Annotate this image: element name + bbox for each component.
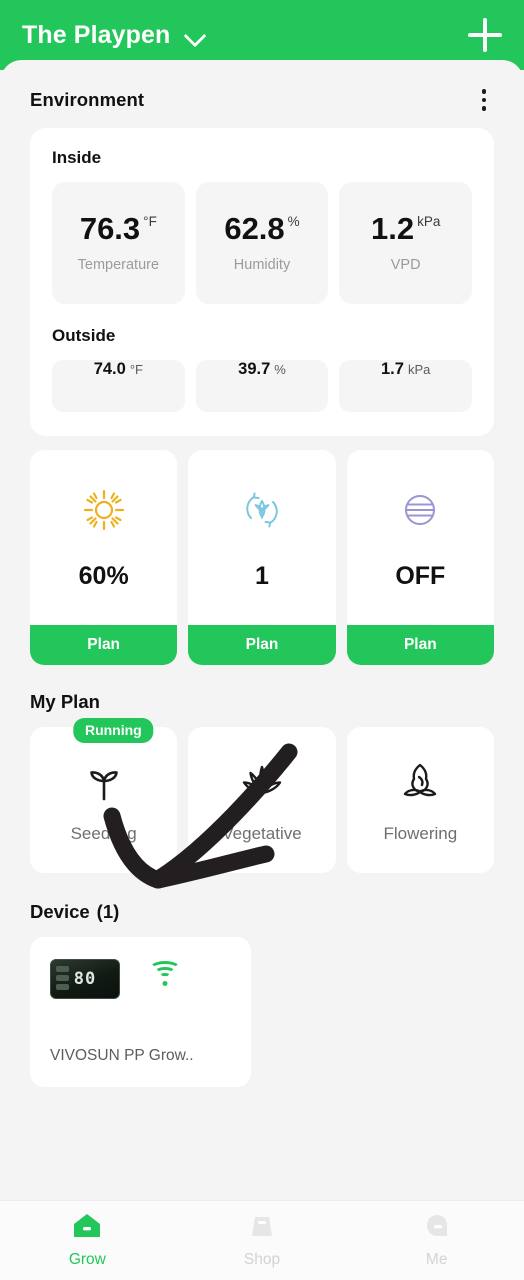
shop-bag-icon bbox=[248, 1212, 276, 1244]
plan-label-seedling: Seedling bbox=[70, 824, 137, 843]
outside-humidity-value: 39.7 bbox=[238, 360, 271, 378]
light-plan-button[interactable]: Plan bbox=[30, 625, 178, 665]
bottom-navigation: Grow Shop Me bbox=[0, 1200, 524, 1280]
outside-humidity-unit: % bbox=[274, 362, 286, 377]
device-list: 80 VIVOSUN PP Grow.. bbox=[30, 937, 494, 1087]
temperature-value: 76.3 bbox=[79, 211, 141, 246]
device-count: (1) bbox=[96, 901, 120, 922]
tab-label-shop: Shop bbox=[243, 1251, 281, 1268]
device-buttons bbox=[56, 966, 69, 990]
plus-icon[interactable] bbox=[468, 18, 502, 52]
device-title-text: Device bbox=[30, 901, 90, 922]
chevron-down-icon[interactable] bbox=[184, 24, 206, 46]
temperature-label: Temperature bbox=[77, 257, 160, 273]
plan-card-flowering[interactable]: Flowering bbox=[346, 727, 494, 873]
environment-header: Environment bbox=[0, 60, 524, 112]
status-badge: Running bbox=[72, 718, 154, 743]
tab-grow[interactable]: Grow bbox=[0, 1201, 175, 1280]
device-card-top: 80 bbox=[50, 959, 231, 999]
fan-value: 1 bbox=[255, 562, 269, 590]
page-title: The Playpen bbox=[22, 20, 171, 49]
device-thumbnail: 80 bbox=[50, 959, 120, 999]
kebab-dot bbox=[481, 106, 487, 111]
light-value: 60% bbox=[78, 562, 129, 590]
tab-label-me: Me bbox=[425, 1251, 448, 1268]
metric-tile-temperature[interactable]: 76.3 °F Temperature bbox=[52, 182, 185, 304]
environment-title: Environment bbox=[30, 89, 145, 110]
device-card[interactable]: 80 VIVOSUN PP Grow.. bbox=[30, 937, 251, 1087]
tab-label-grow: Grow bbox=[68, 1251, 106, 1268]
my-plan-cards: Running Seedling Vegetative Flowering bbox=[30, 718, 494, 873]
outside-tiles: 74.0 °F 39.7 % 1.7 kPa bbox=[52, 360, 473, 412]
metric-tile-humidity[interactable]: 62.8 % Humidity bbox=[195, 182, 329, 304]
plan-label-flowering: Flowering bbox=[383, 824, 458, 843]
outside-vpd-unit: kPa bbox=[407, 362, 431, 377]
content-sheet: Environment Inside 76.3 °F Temperature 6… bbox=[0, 60, 524, 1200]
temperature-unit: °F bbox=[143, 214, 157, 229]
plan-card-seedling[interactable]: Running Seedling bbox=[30, 718, 178, 873]
outside-tile-humidity[interactable]: 39.7 % bbox=[195, 360, 329, 412]
plan-label-vegetative: Vegetative bbox=[222, 824, 302, 843]
wifi-arc bbox=[159, 973, 171, 979]
profile-icon bbox=[423, 1212, 451, 1244]
tab-shop[interactable]: Shop bbox=[175, 1201, 350, 1280]
device-button bbox=[56, 984, 69, 990]
device-section-title: Device (1) bbox=[0, 873, 524, 923]
flower-bud-icon bbox=[395, 756, 445, 808]
wifi-icon bbox=[148, 961, 182, 987]
home-icon bbox=[72, 1212, 102, 1244]
device-button bbox=[56, 975, 69, 981]
vpd-label: VPD bbox=[390, 257, 421, 273]
fan-plan-button[interactable]: Plan bbox=[188, 625, 336, 665]
humidity-unit: % bbox=[287, 214, 300, 229]
outside-tile-vpd[interactable]: 1.7 kPa bbox=[339, 360, 473, 412]
inside-tiles: 76.3 °F Temperature 62.8 % Humidity 1.2 bbox=[52, 182, 473, 304]
seedling-icon bbox=[79, 756, 129, 808]
environment-card: Inside 76.3 °F Temperature 62.8 % Humidi… bbox=[30, 128, 494, 436]
tab-me[interactable]: Me bbox=[349, 1201, 524, 1280]
humidity-label: Humidity bbox=[233, 257, 291, 273]
wifi-dot bbox=[162, 981, 168, 986]
outside-label: Outside bbox=[52, 326, 116, 345]
kebab-dot bbox=[481, 89, 487, 94]
vpd-value: 1.2 bbox=[370, 211, 415, 246]
app-root: The Playpen Environment Inside 76.3 °F T… bbox=[0, 0, 524, 1280]
humidifier-value: OFF bbox=[395, 562, 446, 590]
plan-card-vegetative[interactable]: Vegetative bbox=[188, 727, 336, 873]
humidifier-plan-button[interactable]: Plan bbox=[346, 625, 494, 665]
device-controls: 60% Plan 1 Plan OFF Plan bbox=[30, 450, 494, 665]
outside-section: Outside 74.0 °F 39.7 % 1.7 kPa bbox=[52, 326, 473, 412]
control-card-fan[interactable]: 1 Plan bbox=[188, 450, 336, 665]
control-card-humidifier[interactable]: OFF Plan bbox=[346, 450, 494, 665]
outside-vpd-value: 1.7 bbox=[381, 360, 404, 378]
outside-tile-temperature[interactable]: 74.0 °F bbox=[52, 360, 185, 412]
vpd-unit: kPa bbox=[417, 214, 441, 229]
sun-icon bbox=[82, 488, 126, 532]
kebab-menu-icon[interactable] bbox=[474, 88, 494, 112]
control-card-light[interactable]: 60% Plan bbox=[30, 450, 178, 665]
outside-temperature-value: 74.0 bbox=[93, 360, 126, 378]
device-name: VIVOSUN PP Grow.. bbox=[50, 1047, 194, 1064]
cannabis-leaf-icon bbox=[236, 756, 288, 808]
circulation-leaf-icon bbox=[241, 488, 283, 532]
device-display-value: 80 bbox=[73, 969, 97, 989]
metric-tile-vpd[interactable]: 1.2 kPa VPD bbox=[339, 182, 473, 304]
humidity-value: 62.8 bbox=[224, 211, 285, 246]
outside-temperature-unit: °F bbox=[129, 362, 143, 377]
inside-label: Inside bbox=[52, 148, 102, 167]
kebab-dot bbox=[481, 97, 487, 103]
my-plan-title: My Plan bbox=[30, 691, 100, 712]
device-button bbox=[56, 966, 69, 972]
humidity-lines-icon bbox=[400, 488, 440, 532]
